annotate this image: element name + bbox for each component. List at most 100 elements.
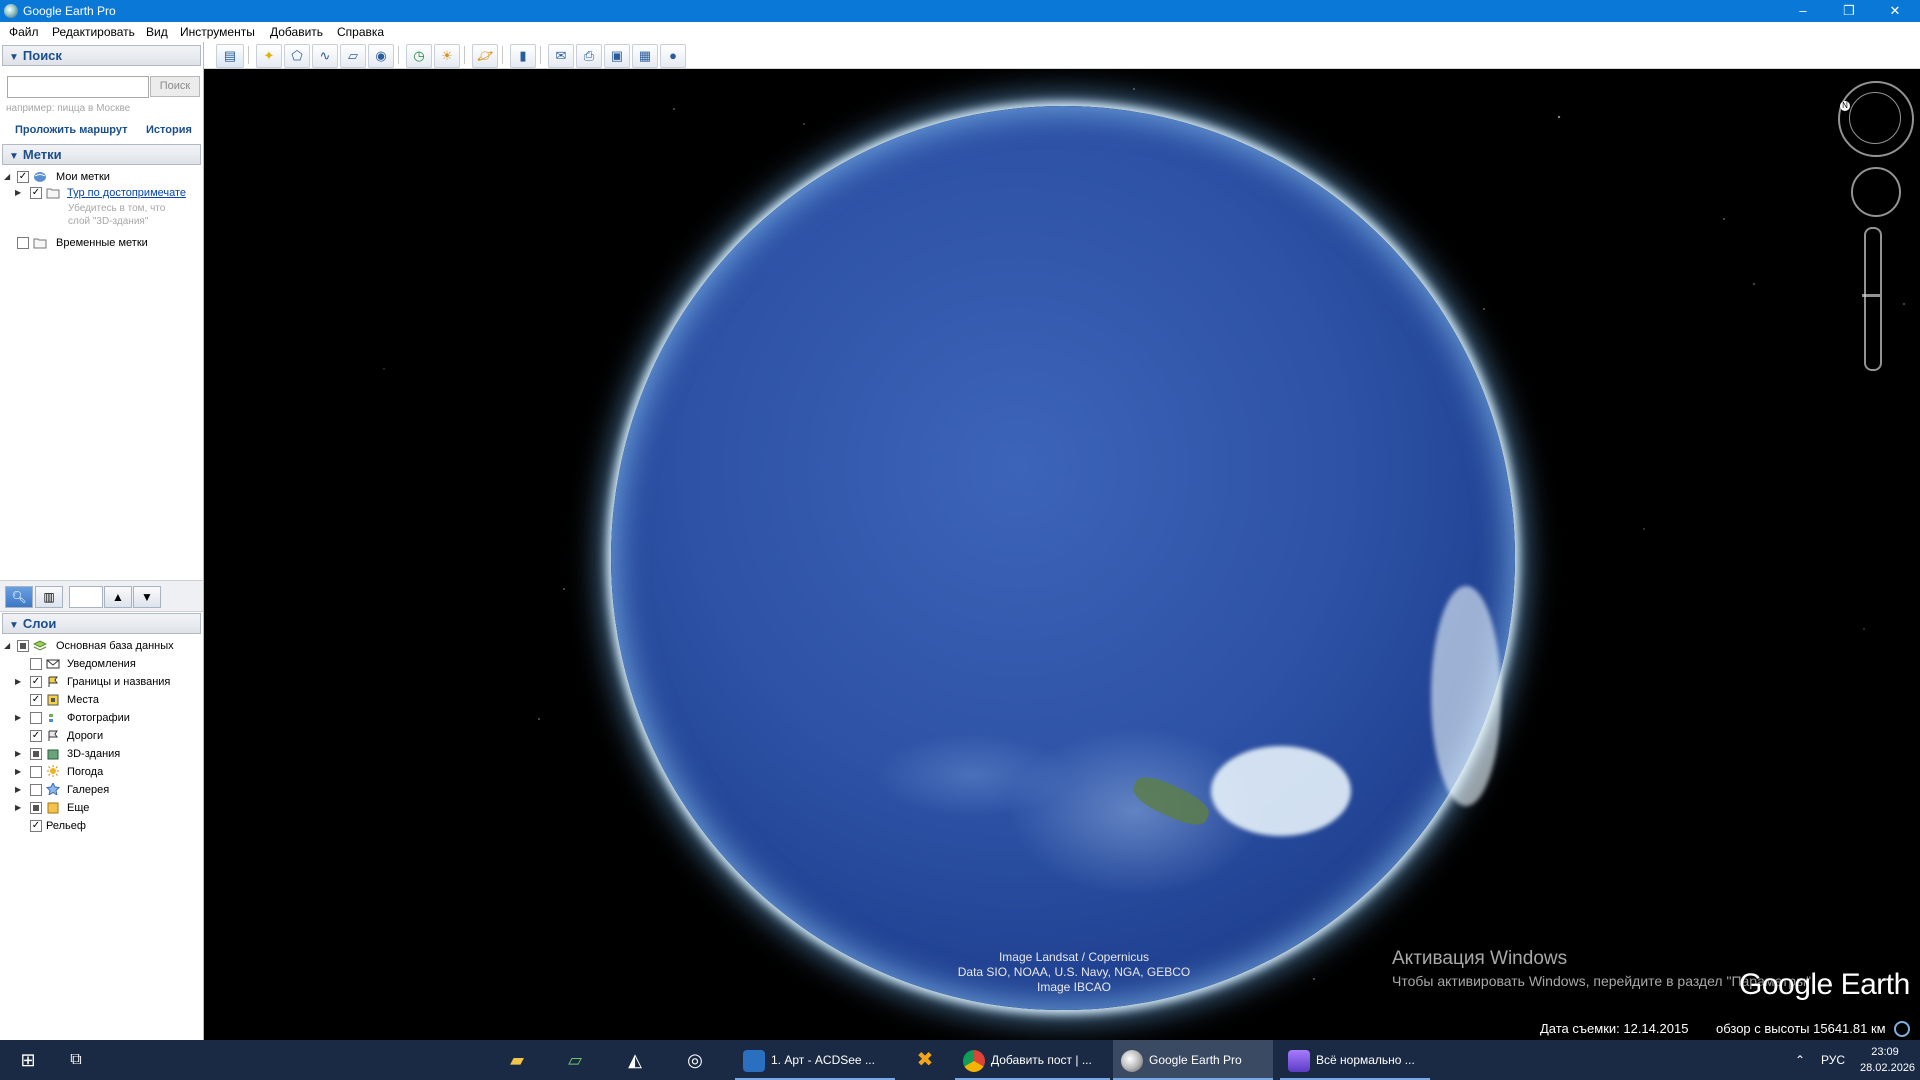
layers-section-header[interactable]: ▼ Слои [2, 613, 201, 634]
switch-planet-button[interactable]: 🪐︎ [472, 44, 498, 68]
layer-item-places[interactable]: ✓ Места [0, 692, 200, 708]
menu-view[interactable]: Вид [146, 25, 168, 39]
look-joystick[interactable] [1849, 92, 1901, 144]
view-in-maps-button[interactable]: ▦ [632, 44, 658, 68]
layer-item-gallery[interactable]: ▶ Галерея [0, 782, 200, 798]
layer-item-weather[interactable]: ▶ Погода [0, 764, 200, 780]
expand-arrow-icon[interactable]: ▶ [15, 800, 23, 816]
expand-arrow-icon[interactable]: ▶ [15, 710, 23, 726]
layer-item-roads[interactable]: ✓ Дороги [0, 728, 200, 744]
restore-button[interactable]: ❐ [1826, 0, 1872, 22]
google-earth-app-icon [4, 4, 18, 18]
layer-item-more[interactable]: ▶ Еще [0, 800, 200, 816]
collapse-arrow-icon[interactable]: ◢ [4, 169, 12, 185]
ruler-button[interactable]: ▮ [510, 44, 536, 68]
sidebar-toggle-button[interactable]: ▥ [35, 586, 63, 608]
layer-item-notifications[interactable]: Уведомления [0, 656, 200, 672]
layer-checkbox[interactable] [30, 802, 42, 814]
save-image-button[interactable]: ▣ [604, 44, 630, 68]
get-directions-link[interactable]: Проложить маршрут [15, 124, 127, 136]
notepad-icon[interactable]: ▱ [552, 1040, 598, 1080]
primary-database-label: Основная база данных [56, 640, 174, 652]
tool-x-icon[interactable]: ✖ [902, 1040, 948, 1080]
tree-item-tour[interactable]: ▶ ✓ Тур по достопримечате [0, 185, 200, 201]
start-windows-icon[interactable]: ⊞ [8, 1040, 48, 1080]
layer-checkbox[interactable] [30, 712, 42, 724]
earth-globe[interactable] [611, 106, 1515, 1010]
menu-add[interactable]: Добавить [270, 25, 323, 39]
menu-help[interactable]: Справка [337, 25, 384, 39]
temporary-places-checkbox[interactable] [17, 237, 29, 249]
earth-view-button[interactable]: ● [660, 44, 686, 68]
north-indicator-icon[interactable]: N [1840, 101, 1850, 111]
add-image-overlay-button[interactable]: ▱ [340, 44, 366, 68]
expand-arrow-icon[interactable]: ▶ [15, 782, 23, 798]
my-places-checkbox[interactable]: ✓ [17, 171, 29, 183]
add-path-button[interactable]: ∿ [312, 44, 338, 68]
print-button[interactable]: ⎙ [576, 44, 602, 68]
places-section-header[interactable]: ▼ Метки [2, 144, 201, 165]
camera-app-icon[interactable]: ◎ [672, 1040, 718, 1080]
keyboard-language[interactable]: РУС [1818, 1040, 1848, 1080]
taskbar-app-chrome[interactable]: Добавить пост | ... [955, 1040, 1110, 1080]
zoom-slider-handle[interactable] [1862, 294, 1880, 297]
history-link[interactable]: История [146, 124, 192, 136]
menu-file[interactable]: Файл [9, 25, 39, 39]
sidebar-toggle-button[interactable]: ▤ [216, 44, 244, 68]
layer-item-photos[interactable]: ▶ Фотографии [0, 710, 200, 726]
primary-database-checkbox[interactable] [17, 640, 29, 652]
tour-checkbox[interactable]: ✓ [30, 187, 42, 199]
chevron-up-icon[interactable]: ⌃ [1790, 1040, 1810, 1080]
taskbar-app-messenger[interactable]: Всё нормально ... [1280, 1040, 1430, 1080]
minimize-button[interactable]: – [1780, 0, 1826, 22]
search-button[interactable]: Поиск [150, 76, 200, 97]
layer-checkbox[interactable] [30, 766, 42, 778]
tree-item-temporary-places[interactable]: Временные метки [0, 235, 200, 251]
move-up-button[interactable]: ▲ [104, 586, 132, 608]
search-input[interactable] [7, 76, 149, 98]
places-filter-field[interactable] [69, 586, 103, 608]
layer-checkbox[interactable]: ✓ [30, 820, 42, 832]
historical-imagery-button[interactable]: ◷ [406, 44, 432, 68]
collapse-arrow-icon[interactable]: ◢ [4, 638, 12, 654]
search-in-places-button[interactable]: 🔍︎ [5, 586, 33, 608]
expand-arrow-icon[interactable]: ▶ [15, 746, 23, 762]
collapse-triangle-icon: ▼ [9, 620, 19, 631]
layer-checkbox[interactable] [30, 658, 42, 670]
layer-item-3d-buildings[interactable]: ▶ 3D-здания [0, 746, 200, 762]
add-placemark-button[interactable]: ✦ [256, 44, 282, 68]
menu-tools[interactable]: Инструменты [180, 25, 255, 39]
tour-link[interactable]: Тур по достопримечате [67, 185, 186, 201]
task-view-icon[interactable]: ⧉ [56, 1040, 96, 1080]
layer-checkbox[interactable]: ✓ [30, 730, 42, 742]
globe-viewport[interactable]: Image Landsat / Copernicus Data SIO, NOA… [204, 69, 1920, 1040]
layer-item-terrain[interactable]: ✓ Рельеф [0, 818, 200, 834]
menu-edit[interactable]: Редактировать [52, 25, 135, 39]
fox-app-icon[interactable]: ◭ [612, 1040, 658, 1080]
move-joystick[interactable] [1851, 167, 1901, 217]
record-tour-button[interactable]: ◉ [368, 44, 394, 68]
layer-checkbox[interactable]: ✓ [30, 694, 42, 706]
close-button[interactable]: ✕ [1872, 0, 1918, 22]
tree-item-primary-database[interactable]: ◢ Основная база данных [0, 638, 200, 654]
layer-checkbox[interactable] [30, 748, 42, 760]
layer-item-borders[interactable]: ▶ ✓ Границы и названия [0, 674, 200, 690]
expand-arrow-icon[interactable]: ▶ [15, 185, 23, 201]
taskbar-app-acdsee[interactable]: 1. Арт - ACDSee ... [735, 1040, 895, 1080]
layer-checkbox[interactable] [30, 784, 42, 796]
file-explorer-icon[interactable]: ▰ [494, 1040, 540, 1080]
sunlight-button[interactable]: ☀ [434, 44, 460, 68]
expand-arrow-icon[interactable]: ▶ [15, 674, 23, 690]
search-section-header[interactable]: ▼ Поиск [2, 45, 201, 66]
taskbar-app-google-earth[interactable]: Google Earth Pro [1113, 1040, 1273, 1080]
add-polygon-button[interactable]: ⬠ [284, 44, 310, 68]
move-down-button[interactable]: ▼ [133, 586, 161, 608]
system-clock[interactable]: 23:09 28.02.2026 [1860, 1044, 1915, 1076]
zoom-slider[interactable] [1864, 227, 1882, 371]
expand-arrow-icon[interactable]: ▶ [15, 764, 23, 780]
tree-item-my-places[interactable]: ◢ ✓ Мои метки [0, 169, 200, 185]
email-button[interactable]: ✉ [548, 44, 574, 68]
layer-label: Уведомления [67, 658, 136, 670]
layer-label: Рельеф [46, 820, 86, 832]
layer-checkbox[interactable]: ✓ [30, 676, 42, 688]
